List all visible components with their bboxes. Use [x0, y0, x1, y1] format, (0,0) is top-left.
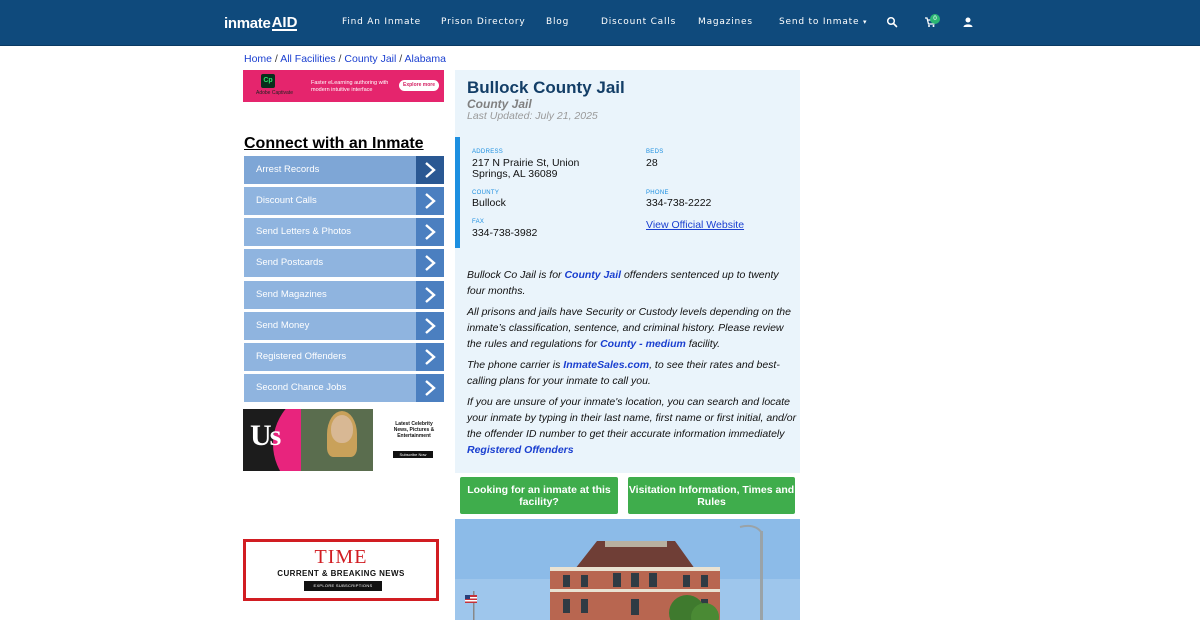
ad-time[interactable]: TIME CURRENT & BREAKING NEWS EXPLORE SUB…: [243, 539, 439, 601]
facility-type: County Jail: [467, 97, 532, 111]
chevron-right-icon: [416, 374, 444, 402]
description-paragraph-4: If you are unsure of your inmate's locat…: [467, 394, 797, 458]
menu-item-label: Registered Offenders: [256, 351, 347, 362]
menu-arrest-records[interactable]: Arrest Records: [244, 156, 444, 184]
address-label: ADDRESS: [472, 149, 504, 155]
ad-white-panel: [373, 409, 444, 471]
ad-brand-text: Adobe Captivate: [256, 90, 293, 96]
nav-magazines[interactable]: Magazines: [698, 17, 753, 27]
ad-headline: CURRENT & BREAKING NEWS: [277, 569, 405, 578]
menu-send-money[interactable]: Send Money: [244, 312, 444, 340]
search-icon[interactable]: [886, 16, 898, 28]
caret-down-icon: ▾: [863, 18, 868, 26]
breadcrumb: Home / All Facilities / County Jail / Al…: [244, 53, 446, 65]
nav-find-an-inmate[interactable]: Find An Inmate: [342, 17, 421, 27]
menu-item-label: Send Postcards: [256, 257, 324, 268]
menu-send-postcards[interactable]: Send Postcards: [244, 249, 444, 277]
visitation-info-button[interactable]: Visitation Information, Times and Rules: [628, 477, 795, 514]
chevron-right-icon: [416, 187, 444, 215]
menu-item-label: Send Magazines: [256, 289, 327, 300]
nav-send-to-inmate-label: Send to Inmate: [779, 17, 860, 27]
chevron-right-icon: [416, 218, 444, 246]
page-title: Bullock County Jail: [467, 78, 625, 97]
ad-tagline: Latest Celebrity News, Pictures & Entert…: [393, 421, 435, 439]
visitation-button-label: Visitation Information, Times and Rules: [628, 484, 795, 508]
inmatesales-link[interactable]: InmateSales.com: [563, 359, 649, 371]
breadcrumb-home[interactable]: Home: [244, 53, 272, 65]
cart-count-badge: 0: [930, 14, 940, 24]
description-paragraph-2: All prisons and jails have Security or C…: [467, 304, 797, 352]
county-value: Bullock: [472, 197, 506, 209]
phone-value: 334-738-2222: [646, 197, 712, 209]
chevron-right-icon: [416, 312, 444, 340]
breadcrumb-alabama[interactable]: Alabama: [405, 53, 446, 65]
nav-blog[interactable]: Blog: [546, 17, 569, 27]
logo-text-aid: AID: [271, 13, 298, 31]
nav-send-to-inmate[interactable]: Send to Inmate ▾: [779, 17, 867, 27]
breadcrumb-all-facilities[interactable]: All Facilities: [280, 53, 335, 65]
menu-item-label: Send Letters & Photos: [256, 226, 352, 237]
ad-photo-face: [331, 415, 353, 443]
ad-explore-subscriptions-button[interactable]: EXPLORE SUBSCRIPTIONS: [304, 581, 382, 591]
facility-photo: [455, 519, 800, 620]
nav-prison-directory[interactable]: Prison Directory: [441, 17, 526, 27]
find-inmate-button-label: Looking for an inmate at this facility?: [467, 484, 611, 508]
chevron-right-icon: [416, 156, 444, 184]
chevron-right-icon: [416, 343, 444, 371]
address-line-2: Springs, AL 36089: [472, 168, 558, 180]
user-icon[interactable]: [962, 16, 974, 28]
time-logo: TIME: [314, 546, 368, 568]
logo-text-inmate: inmate: [224, 14, 271, 32]
connect-heading: Connect with an Inmate: [244, 135, 424, 152]
ad-us-weekly[interactable]: Us Latest Celebrity News, Pictures & Ent…: [243, 409, 444, 471]
county-label: COUNTY: [472, 190, 500, 196]
text: The phone carrier is: [467, 359, 564, 371]
site-logo[interactable]: inmate AID: [224, 13, 298, 32]
captivate-logo-icon: Cp: [261, 74, 275, 88]
menu-registered-offenders[interactable]: Registered Offenders: [244, 343, 444, 371]
menu-item-label: Second Chance Jobs: [256, 382, 347, 393]
text: facility.: [685, 338, 721, 350]
beds-label: BEDS: [646, 149, 664, 155]
find-inmate-button[interactable]: Looking for an inmate at this facility?: [460, 477, 618, 514]
description-paragraph-1: Bullock Co Jail is for County Jail offen…: [467, 267, 797, 299]
ad-adobe-captivate[interactable]: Cp Adobe Captivate Faster eLearning auth…: [243, 70, 444, 102]
menu-send-magazines[interactable]: Send Magazines: [244, 281, 444, 309]
ad-explore-button[interactable]: Explore more: [399, 80, 439, 91]
county-medium-link[interactable]: County - medium: [600, 338, 686, 350]
registered-offenders-link[interactable]: Registered Offenders: [467, 444, 574, 456]
menu-send-letters-photos[interactable]: Send Letters & Photos: [244, 218, 444, 246]
chevron-right-icon: [416, 281, 444, 309]
ad-copy-text: Faster eLearning authoring with modern i…: [311, 80, 389, 93]
phone-label: PHONE: [646, 190, 669, 196]
text: Bullock Co Jail is for: [467, 269, 565, 281]
top-navbar: inmate AID Find An Inmate Prison Director…: [0, 0, 1200, 46]
menu-discount-calls[interactable]: Discount Calls: [244, 187, 444, 215]
county-jail-link[interactable]: County Jail: [564, 269, 621, 281]
fax-label: FAX: [472, 219, 485, 225]
menu-item-label: Arrest Records: [256, 164, 320, 175]
menu-item-label: Send Money: [256, 320, 310, 331]
text: If you are unsure of your inmate's locat…: [467, 396, 797, 440]
nav-discount-calls[interactable]: Discount Calls: [601, 17, 676, 27]
fax-value: 334-738-3982: [472, 227, 538, 239]
beds-value: 28: [646, 157, 658, 169]
description-paragraph-3: The phone carrier is InmateSales.com, to…: [467, 357, 797, 389]
official-website-link[interactable]: View Official Website: [646, 219, 744, 231]
chevron-right-icon: [416, 249, 444, 277]
breadcrumb-county-jail[interactable]: County Jail: [344, 53, 396, 65]
menu-item-label: Discount Calls: [256, 195, 317, 206]
last-updated: Last Updated: July 21, 2025: [467, 110, 598, 122]
ad-subscribe-button[interactable]: Subscribe Now: [393, 451, 433, 458]
us-logo: Us: [250, 419, 281, 452]
menu-second-chance-jobs[interactable]: Second Chance Jobs: [244, 374, 444, 402]
